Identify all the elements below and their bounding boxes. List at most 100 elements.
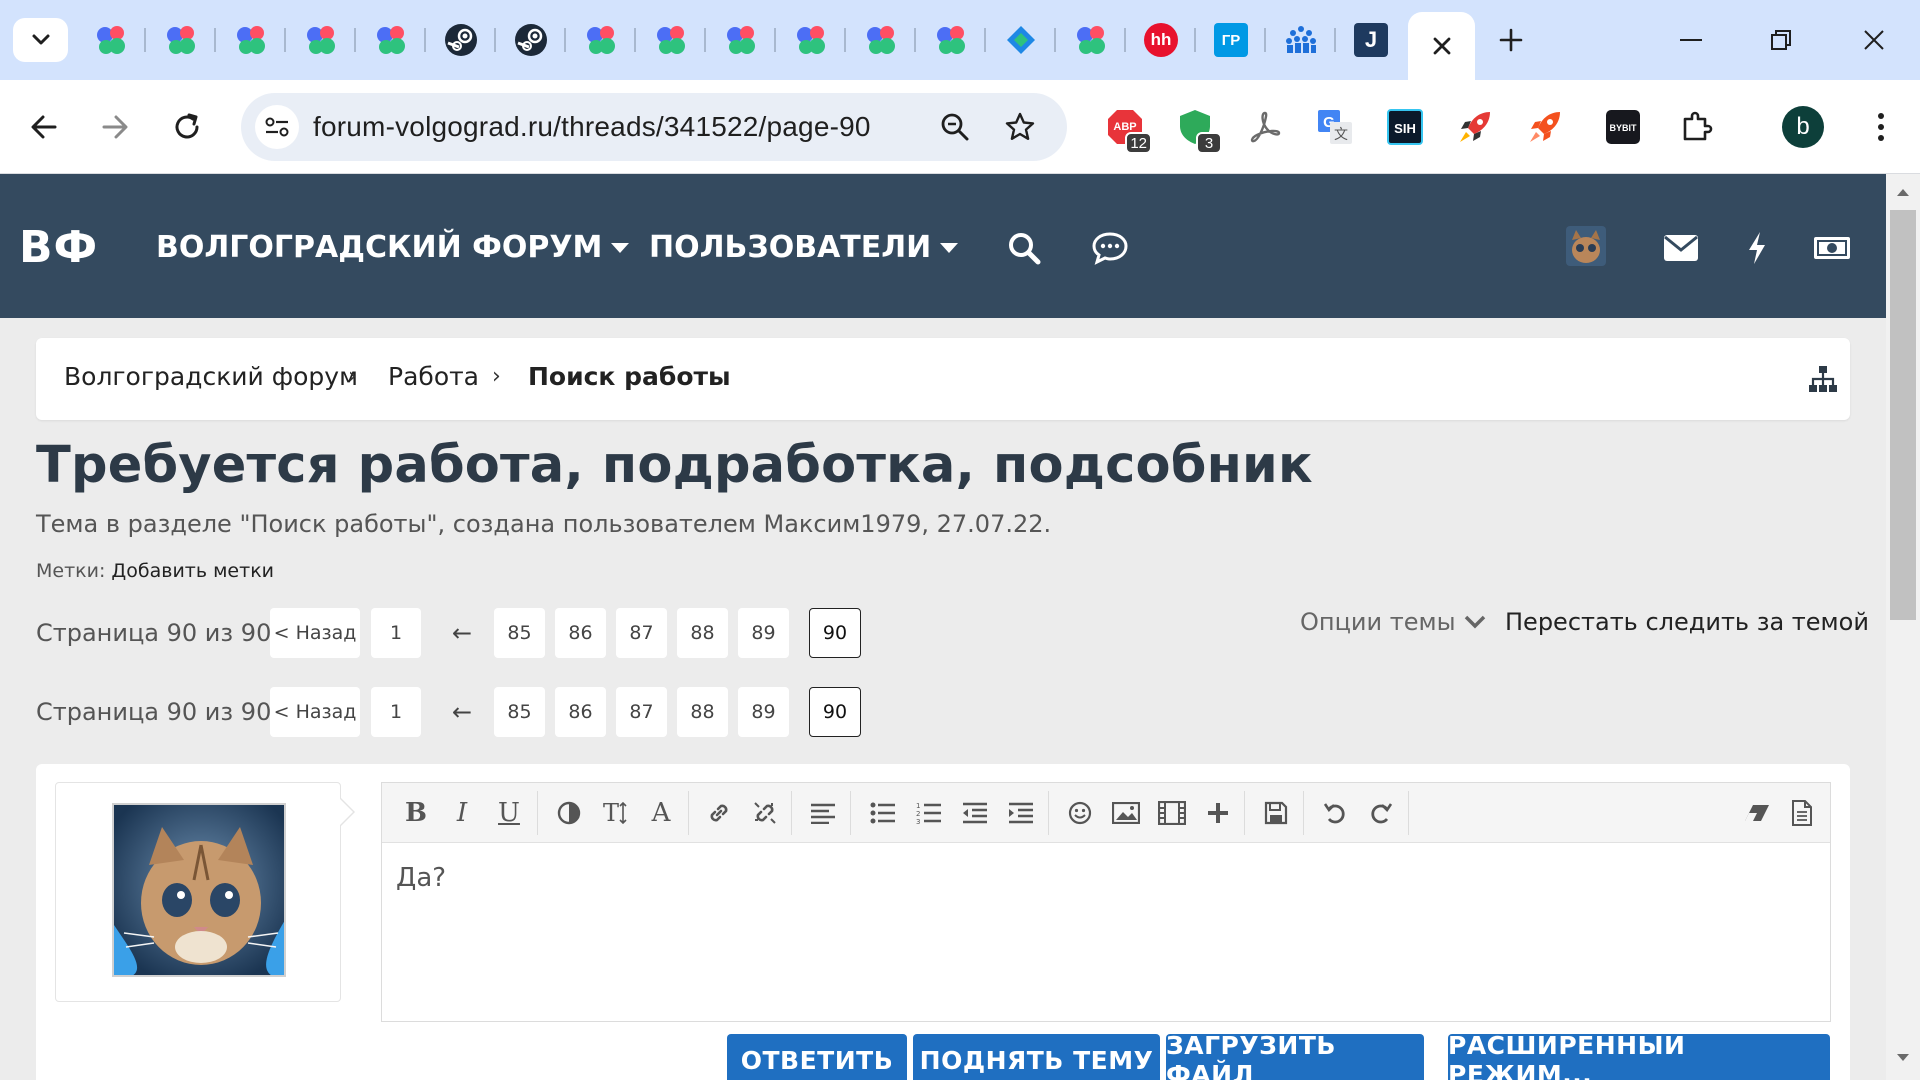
sih-extension[interactable]: SIH: [1380, 102, 1430, 152]
page-link[interactable]: 88: [677, 687, 728, 737]
upload-file-button[interactable]: ЗАГРУЗИТЬ ФАЙЛ: [1166, 1031, 1424, 1080]
browser-tab[interactable]: ГР: [1196, 14, 1266, 66]
current-page[interactable]: 90: [809, 687, 861, 737]
thread-options-menu[interactable]: Опции темы: [1300, 608, 1486, 636]
user-avatar-small[interactable]: [1566, 226, 1606, 266]
acrobat-extension[interactable]: [1240, 102, 1290, 152]
site-logo[interactable]: ВФ: [19, 222, 98, 273]
search-icon[interactable]: [1002, 226, 1046, 270]
zoom-icon[interactable]: [933, 105, 977, 149]
active-tab[interactable]: [1408, 12, 1475, 80]
advanced-mode-button[interactable]: РАСШИРЕННЫЙ РЕЖИМ...: [1448, 1031, 1830, 1080]
redo-button[interactable]: [1361, 793, 1401, 833]
page-link[interactable]: 86: [555, 608, 606, 658]
translate-extension[interactable]: G文: [1310, 102, 1360, 152]
tab-search-button[interactable]: [13, 18, 68, 62]
page-link[interactable]: 86: [555, 687, 606, 737]
site-info-icon[interactable]: [255, 105, 299, 149]
align-button[interactable]: [803, 793, 843, 833]
page-link[interactable]: 87: [616, 608, 667, 658]
page-link[interactable]: 1: [371, 687, 421, 737]
browser-tab[interactable]: [146, 14, 216, 66]
browser-tab[interactable]: [776, 14, 846, 66]
italic-button[interactable]: I: [442, 793, 482, 833]
smilies-button[interactable]: [1060, 793, 1100, 833]
bullet-list-button[interactable]: [863, 793, 903, 833]
browser-tab[interactable]: [1266, 14, 1336, 66]
rocket-red-extension[interactable]: [1520, 102, 1570, 152]
rocket-extension[interactable]: [1450, 102, 1500, 152]
bookmark-star-icon[interactable]: [998, 105, 1042, 149]
chrome-menu-button[interactable]: [1856, 102, 1906, 152]
page-scrollbar[interactable]: [1886, 174, 1920, 1080]
browser-tab[interactable]: [426, 14, 496, 66]
restore-button[interactable]: [1751, 14, 1811, 66]
browser-tab[interactable]: [986, 14, 1056, 66]
browser-tab[interactable]: [846, 14, 916, 66]
page-link[interactable]: 1: [371, 608, 421, 658]
page-link[interactable]: 88: [677, 608, 728, 658]
current-page[interactable]: 90: [809, 608, 861, 658]
scroll-up-icon[interactable]: [1895, 184, 1911, 200]
scroll-down-icon[interactable]: [1895, 1050, 1911, 1066]
browser-tab[interactable]: [706, 14, 776, 66]
mail-icon[interactable]: [1659, 226, 1703, 270]
money-icon[interactable]: [1810, 226, 1854, 270]
insert-more-button[interactable]: [1198, 793, 1238, 833]
minimize-button[interactable]: [1661, 14, 1721, 66]
font-family-button[interactable]: A: [641, 793, 681, 833]
close-window-button[interactable]: [1844, 14, 1904, 66]
nav-users-menu[interactable]: ПОЛЬЗОВАТЕЛИ: [649, 230, 959, 265]
page-link[interactable]: 87: [616, 687, 667, 737]
reload-button[interactable]: [162, 102, 212, 152]
save-draft-button[interactable]: [1256, 793, 1296, 833]
breadcrumb-item-job-search[interactable]: Поиск работы: [528, 362, 731, 391]
address-bar[interactable]: forum-volgograd.ru/threads/341522/page-9…: [241, 93, 1067, 161]
font-size-button[interactable]: T: [595, 793, 635, 833]
breadcrumb-item-forum[interactable]: Волгоградский форум: [64, 362, 358, 391]
reply-button[interactable]: ОТВЕТИТЬ: [727, 1034, 907, 1080]
page-link[interactable]: 85: [494, 687, 545, 737]
unlink-button[interactable]: [745, 793, 785, 833]
chat-icon[interactable]: [1088, 226, 1132, 270]
numbered-list-button[interactable]: 123: [909, 793, 949, 833]
browser-tab[interactable]: [356, 14, 426, 66]
url-text[interactable]: forum-volgograd.ru/threads/341522/page-9…: [313, 111, 871, 143]
insert-media-button[interactable]: [1152, 793, 1192, 833]
browser-tab[interactable]: hh: [1126, 14, 1196, 66]
page-link[interactable]: 89: [738, 608, 789, 658]
underline-button[interactable]: U: [489, 793, 529, 833]
profile-avatar-button[interactable]: b: [1782, 106, 1824, 148]
undo-button[interactable]: [1315, 793, 1355, 833]
new-tab-button[interactable]: [1481, 14, 1541, 66]
unwatch-thread-link[interactable]: Перестать следить за темой: [1505, 608, 1869, 636]
prev-page-button[interactable]: < Назад: [270, 608, 360, 658]
browser-tab[interactable]: [496, 14, 566, 66]
browser-tab[interactable]: [566, 14, 636, 66]
browser-tab[interactable]: [1056, 14, 1126, 66]
lightning-icon[interactable]: [1735, 226, 1779, 270]
insert-image-button[interactable]: [1106, 793, 1146, 833]
text-color-button[interactable]: [549, 793, 589, 833]
close-tab-icon[interactable]: [1432, 36, 1452, 56]
browser-tab[interactable]: [286, 14, 356, 66]
breadcrumb-item-work[interactable]: Работа: [388, 362, 479, 391]
insert-link-button[interactable]: [699, 793, 739, 833]
shield-extension[interactable]: 3: [1170, 102, 1222, 154]
toggle-bbcode-button[interactable]: [1782, 793, 1822, 833]
page-link[interactable]: 85: [494, 608, 545, 658]
browser-tab[interactable]: [76, 14, 146, 66]
bold-button[interactable]: B: [396, 793, 436, 833]
back-button[interactable]: [19, 102, 69, 152]
indent-button[interactable]: [1001, 793, 1041, 833]
bybit-extension[interactable]: BYBIT: [1598, 102, 1648, 152]
scrollbar-thumb[interactable]: [1890, 210, 1916, 620]
prev-page-button[interactable]: < Назад: [270, 687, 360, 737]
page-link[interactable]: 89: [738, 687, 789, 737]
avatar[interactable]: [112, 803, 286, 977]
browser-tab[interactable]: [916, 14, 986, 66]
remove-format-button[interactable]: [1737, 793, 1777, 833]
sitemap-icon[interactable]: [1808, 364, 1838, 394]
add-tags-link[interactable]: Добавить метки: [111, 560, 274, 582]
browser-tab[interactable]: [216, 14, 286, 66]
